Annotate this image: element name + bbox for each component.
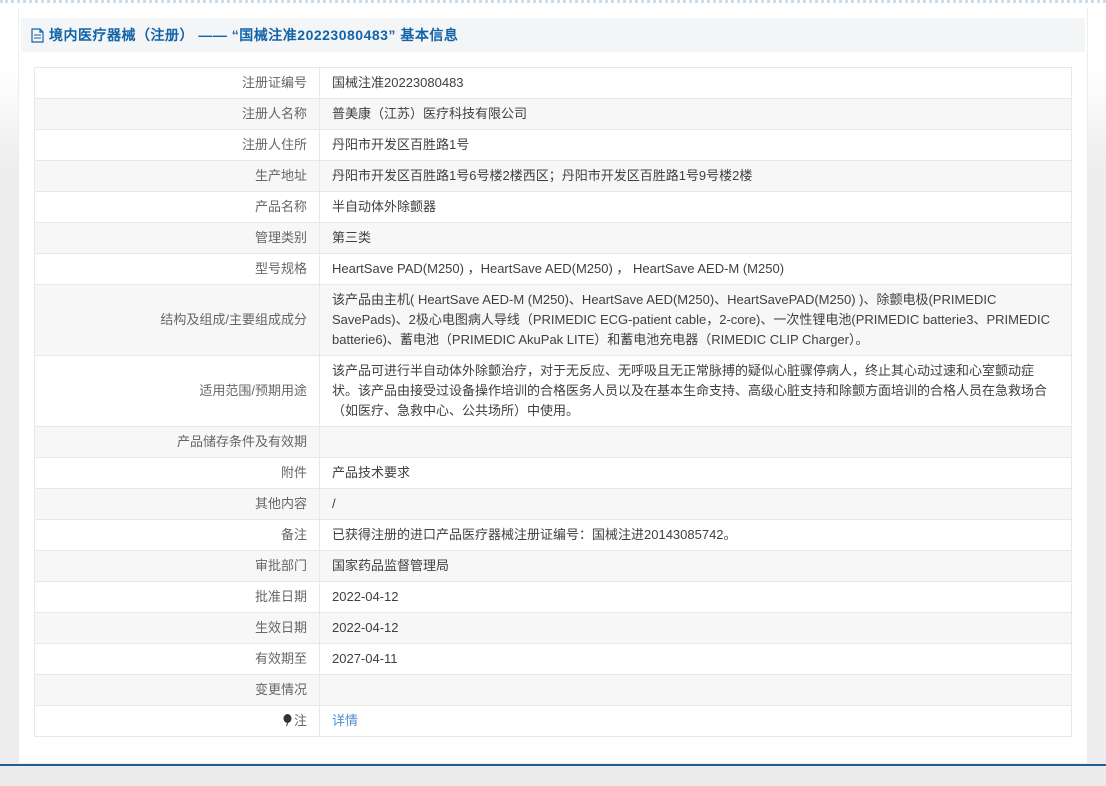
row-label: 其他内容: [34, 488, 320, 520]
row-value: HeartSave PAD(M250) ，HeartSave AED(M250)…: [319, 253, 1072, 285]
row-value: 国家药品监督管理局: [319, 550, 1072, 582]
table-row: 注 详情: [34, 705, 1072, 737]
row-label-text: 产品名称: [254, 199, 307, 214]
row-label-text: 注册证编号: [241, 75, 307, 90]
row-label: 附件: [34, 457, 320, 489]
row-label-text: 产品储存条件及有效期: [176, 434, 307, 449]
table-row: 其他内容 /: [34, 488, 1072, 520]
row-label: 产品名称: [34, 191, 320, 223]
table-row: 批准日期 2022-04-12: [34, 581, 1072, 613]
row-value: /: [319, 488, 1072, 520]
content-panel: 境内医疗器械（注册） —— “国械注准20223080483” 基本信息 注册证…: [18, 8, 1088, 764]
table-row: 备注 已获得注册的进口产品医疗器械注册证编号：国械注进20143085742。: [34, 519, 1072, 551]
row-label-text: 变更情况: [254, 682, 307, 697]
row-value: 普美康（江苏）医疗科技有限公司: [319, 98, 1072, 130]
row-label: 注册证编号: [34, 67, 320, 99]
row-label: 注: [34, 705, 320, 737]
row-label: 型号规格: [34, 253, 320, 285]
table-row: 注册人名称 普美康（江苏）医疗科技有限公司: [34, 98, 1072, 130]
row-label: 结构及组成/主要组成成分: [34, 284, 320, 356]
table-wrapper: 注册证编号 国械注准20223080483 注册人名称 普美康（江苏）医疗科技有限公司…: [34, 67, 1072, 737]
row-label-text: 注册人住所: [241, 137, 307, 152]
row-label: 生产地址: [34, 160, 320, 192]
page-header: 境内医疗器械（注册） —— “国械注准20223080483” 基本信息: [21, 18, 1085, 52]
info-table: 注册证编号 国械注准20223080483 注册人名称 普美康（江苏）医疗科技有限公司…: [34, 67, 1072, 737]
row-label-text: 其他内容: [254, 496, 307, 511]
table-row: 适用范围/预期用途 该产品可进行半自动体外除颤治疗，对于无反应、无呼吸且无正常脉搏…: [34, 355, 1072, 427]
row-value: 2022-04-12: [319, 581, 1072, 613]
table-row: 生效日期 2022-04-12: [34, 612, 1072, 644]
table-row: 注册证编号 国械注准20223080483: [34, 67, 1072, 99]
row-label: 注册人住所: [34, 129, 320, 161]
table-row: 产品名称 半自动体外除颤器: [34, 191, 1072, 223]
row-value: [319, 674, 1072, 706]
row-value: 详情: [319, 705, 1072, 737]
detail-link[interactable]: 详情: [332, 713, 358, 728]
row-value: 丹阳市开发区百胜路1号: [319, 129, 1072, 161]
page-title: 境内医疗器械（注册） —— “国械注准20223080483” 基本信息: [49, 27, 459, 43]
row-value: 该产品可进行半自动体外除颤治疗，对于无反应、无呼吸且无正常脉搏的疑似心脏骤停病人…: [319, 355, 1072, 427]
row-value: 产品技术要求: [319, 457, 1072, 489]
row-value: [319, 426, 1072, 458]
row-label-text: 适用范围/预期用途: [199, 383, 307, 398]
row-label-text: 生效日期: [254, 620, 307, 635]
row-label-text: 有效期至: [254, 651, 307, 666]
table-row: 产品储存条件及有效期: [34, 426, 1072, 458]
row-label: 审批部门: [34, 550, 320, 582]
row-label: 有效期至: [34, 643, 320, 675]
table-row: 结构及组成/主要组成成分 该产品由主机( HeartSave AED-M (M25…: [34, 284, 1072, 356]
row-label-text: 注: [293, 713, 307, 728]
row-label-text: 注册人名称: [241, 106, 307, 121]
row-label: 注册人名称: [34, 98, 320, 130]
footer-strip: [0, 766, 1106, 786]
row-label: 产品储存条件及有效期: [34, 426, 320, 458]
row-label-text: 备注: [280, 527, 307, 542]
row-value: 国械注准20223080483: [319, 67, 1072, 99]
table-row: 管理类别 第三类: [34, 222, 1072, 254]
document-icon: [31, 27, 44, 43]
row-value: 2027-04-11: [319, 643, 1072, 675]
table-row: 审批部门 国家药品监督管理局: [34, 550, 1072, 582]
row-value: 丹阳市开发区百胜路1号6号楼2楼西区；丹阳市开发区百胜路1号9号楼2楼: [319, 160, 1072, 192]
row-label: 变更情况: [34, 674, 320, 706]
balloon-icon: [283, 713, 294, 728]
row-value: 已获得注册的进口产品医疗器械注册证编号：国械注进20143085742。: [319, 519, 1072, 551]
table-row: 有效期至 2027-04-11: [34, 643, 1072, 675]
table-row: 变更情况: [34, 674, 1072, 706]
table-row: 注册人住所 丹阳市开发区百胜路1号: [34, 129, 1072, 161]
row-label-text: 结构及组成/主要组成成分: [160, 312, 307, 327]
row-value: 该产品由主机( HeartSave AED-M (M250)、HeartSave…: [319, 284, 1072, 356]
row-label: 生效日期: [34, 612, 320, 644]
row-value: 2022-04-12: [319, 612, 1072, 644]
row-value: 半自动体外除颤器: [319, 191, 1072, 223]
row-value: 第三类: [319, 222, 1072, 254]
table-row: 附件 产品技术要求: [34, 457, 1072, 489]
row-label-text: 型号规格: [254, 261, 307, 276]
table-row: 生产地址 丹阳市开发区百胜路1号6号楼2楼西区；丹阳市开发区百胜路1号9号楼2楼: [34, 160, 1072, 192]
row-label: 批准日期: [34, 581, 320, 613]
top-dotted-divider: [0, 0, 1106, 3]
row-label: 备注: [34, 519, 320, 551]
row-label-text: 管理类别: [254, 230, 307, 245]
row-label-text: 附件: [280, 465, 307, 480]
row-label: 管理类别: [34, 222, 320, 254]
row-label-text: 审批部门: [254, 558, 307, 573]
table-row: 型号规格 HeartSave PAD(M250) ，HeartSave AED(M…: [34, 253, 1072, 285]
row-label-text: 生产地址: [254, 168, 307, 183]
row-label: 适用范围/预期用途: [34, 355, 320, 427]
row-label-text: 批准日期: [254, 589, 307, 604]
